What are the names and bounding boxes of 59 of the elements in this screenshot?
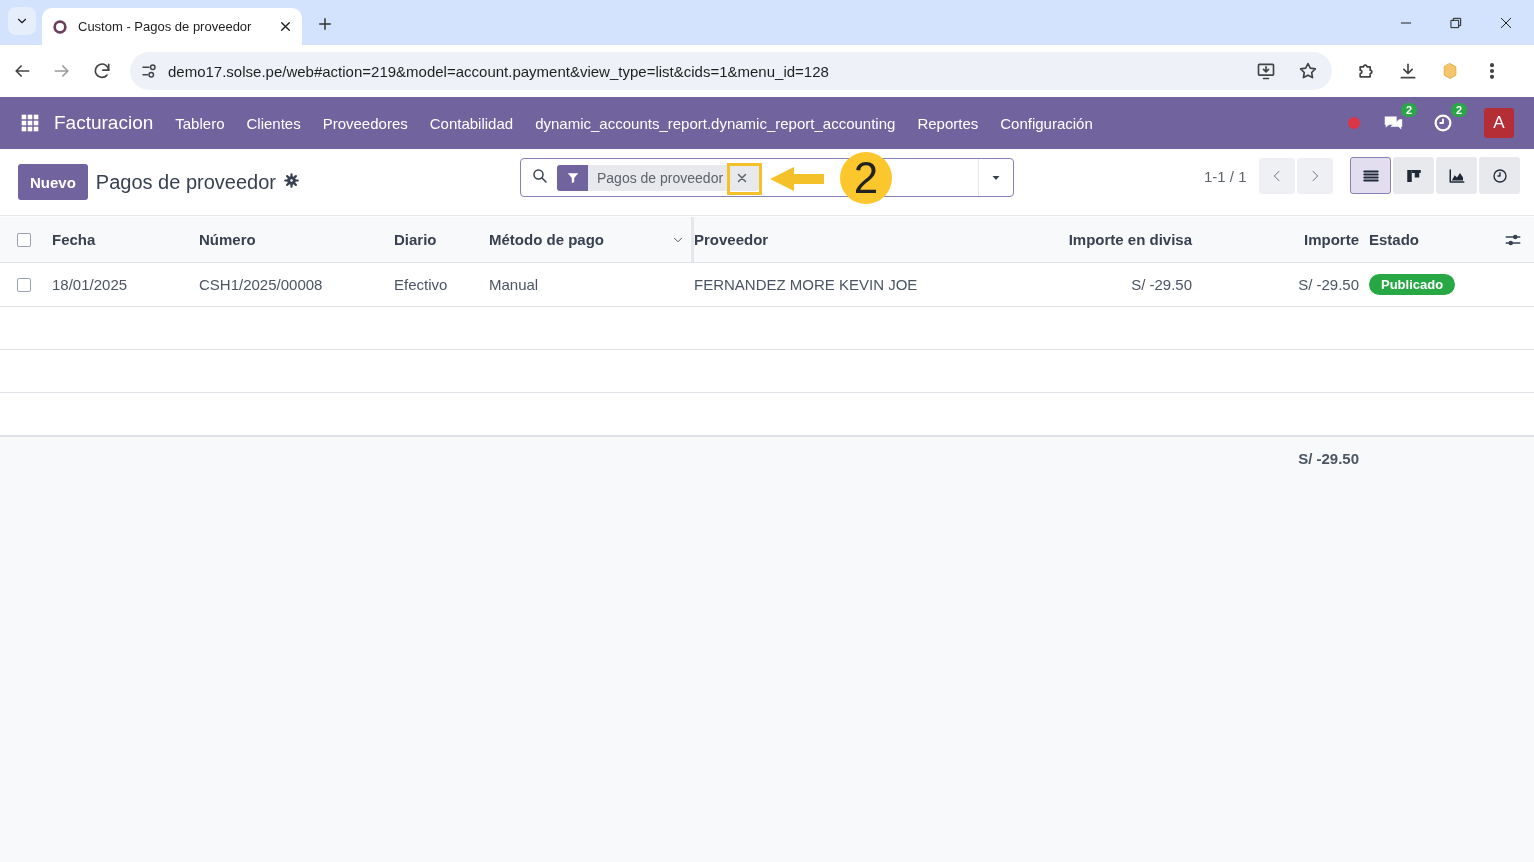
menu-item[interactable]: Configuración: [1000, 114, 1093, 132]
menu-item[interactable]: Reportes: [917, 114, 979, 132]
view-button[interactable]: [1393, 157, 1434, 194]
step-number: 2: [840, 152, 892, 204]
table-cell: S/ -29.50: [1298, 276, 1359, 293]
column-header[interactable]: Importe: [1304, 231, 1359, 248]
status-dot-icon: [1348, 117, 1360, 129]
filter-icon: [565, 170, 580, 185]
app-name[interactable]: Facturacion: [54, 112, 154, 134]
plus-icon[interactable]: [316, 15, 334, 33]
user-avatar[interactable]: A: [1484, 108, 1514, 138]
app-grid-icon[interactable]: [20, 113, 40, 133]
table-cell-text: 18/01/2025: [52, 276, 129, 293]
clock-icon[interactable]: [1432, 112, 1454, 134]
total-amount: S/ -29.50: [1298, 449, 1359, 469]
table-cell-text: Manual: [489, 276, 540, 293]
menu-item[interactable]: dynamic_accounts_report.dynamic_report_accounting: [535, 114, 896, 132]
select-all-checkbox[interactable]: [17, 232, 31, 247]
page-title: Pagos de proveedor: [95, 170, 276, 194]
column-header[interactable]: Estado: [1369, 231, 1419, 248]
activity-count-badge: 2: [1450, 103, 1467, 117]
status-tag: Publicado: [1369, 274, 1456, 295]
menu-item[interactable]: Tablero: [175, 114, 225, 132]
view-button[interactable]: [1479, 157, 1520, 194]
menu-item[interactable]: Clientes: [246, 114, 301, 132]
download-icon[interactable]: [1398, 61, 1418, 81]
reload-icon[interactable]: [92, 61, 112, 81]
table-cell: S/ -29.50: [1131, 276, 1192, 293]
new-button[interactable]: Nuevo: [18, 164, 88, 200]
ring-icon: [52, 18, 68, 35]
facet-label: Pagos de proveedor: [596, 169, 725, 186]
area-chart-icon: [1447, 166, 1466, 185]
menu-item[interactable]: Contabilidad: [429, 114, 514, 132]
column-header[interactable]: Número: [199, 231, 394, 248]
install-icon[interactable]: [1256, 61, 1276, 81]
pager-value[interactable]: 1-1 / 1: [1204, 168, 1247, 185]
column-header[interactable]: Proveedor: [694, 231, 1032, 248]
clock-icon: [1491, 167, 1508, 184]
column-header[interactable]: Diario: [394, 231, 489, 248]
table-cell-text: Efectivo: [394, 276, 449, 293]
column-header[interactable]: Fecha: [52, 231, 199, 248]
message-count-badge: 2: [1400, 103, 1417, 117]
table-cell-text: FERNANDEZ MORE KEVIN JOE: [694, 276, 919, 293]
close-icon[interactable]: [279, 20, 292, 33]
site-settings-icon[interactable]: [140, 62, 158, 80]
view-button[interactable]: [1436, 157, 1477, 194]
table-cell-text: CSH1/2025/00008: [199, 276, 324, 293]
search-icon: [531, 166, 549, 185]
menu-item[interactable]: Proveedores: [322, 114, 408, 132]
star-icon[interactable]: [1298, 61, 1318, 81]
row-checkbox[interactable]: [17, 277, 31, 292]
view-button[interactable]: [1350, 157, 1391, 194]
highlight-frame: [727, 163, 762, 195]
puzzle-icon[interactable]: [1356, 61, 1376, 81]
browser-tab[interactable]: Custom - Pagos de proveedor: [42, 8, 302, 45]
address-bar[interactable]: demo17.solse.pe/web#action=219&model=account.payment&view_type=list&cids=1&menu_id=128: [130, 52, 1332, 90]
column-header[interactable]: Método de pago: [489, 231, 604, 248]
settings-icon[interactable]: [284, 172, 299, 188]
column-header[interactable]: Importe en divisa: [1068, 231, 1192, 248]
